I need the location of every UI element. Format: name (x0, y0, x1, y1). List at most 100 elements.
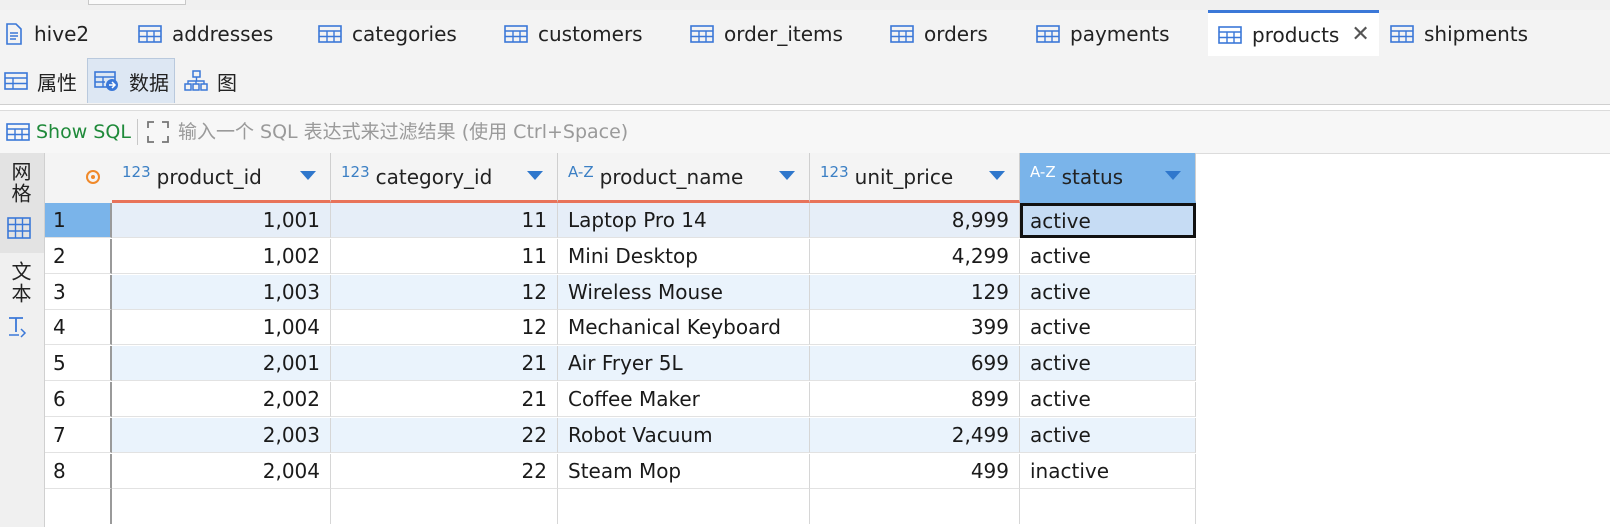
cell-product-name[interactable]: Mini Desktop (558, 238, 810, 274)
column-name: unit_price (854, 164, 954, 189)
cell-unit-price[interactable]: 4,299 (810, 238, 1020, 274)
filter-input[interactable] (178, 114, 1598, 150)
row-number[interactable]: 8 (45, 453, 112, 489)
tab-order-items[interactable]: order_items (690, 10, 843, 58)
column-header-unit-price[interactable]: 123 unit_price (810, 153, 1020, 203)
cell-category-id[interactable]: 11 (331, 238, 558, 274)
tab-label: hive2 (34, 22, 90, 46)
empty-cell (810, 489, 1020, 525)
side-tab-text[interactable]: 文本 (0, 253, 44, 343)
cell-unit-price[interactable]: 2,499 (810, 417, 1020, 453)
cell-status[interactable]: active (1020, 382, 1196, 417)
row-number[interactable]: 4 (45, 310, 112, 346)
side-tab-grid[interactable]: 网格 (0, 153, 44, 253)
sort-dropdown-icon[interactable] (779, 171, 795, 180)
column-header-product-id[interactable]: 123 product_id (112, 153, 331, 203)
cell-unit-price[interactable]: 499 (810, 453, 1020, 489)
row-number[interactable]: 7 (45, 417, 112, 453)
cell-product-name[interactable]: Air Fryer 5L (558, 346, 810, 382)
table-icon (890, 25, 914, 43)
empty-cell (331, 489, 558, 525)
tab-customers[interactable]: customers (504, 10, 643, 58)
row-number[interactable]: 6 (45, 382, 112, 417)
cell-category-id[interactable]: 21 (331, 346, 558, 382)
expand-icon[interactable] (146, 120, 170, 144)
cell-product-name[interactable]: Laptop Pro 14 (558, 203, 810, 238)
cell-category-id[interactable]: 22 (331, 417, 558, 453)
sort-dropdown-icon[interactable] (1165, 171, 1181, 180)
subtab-diagram[interactable]: 图 (184, 58, 237, 104)
cell-product-id[interactable]: 2,004 (112, 453, 331, 489)
string-type-icon: A-Z (1030, 162, 1056, 181)
table-icon (1390, 25, 1414, 43)
cell-category-id[interactable]: 22 (331, 453, 558, 489)
cell-status[interactable]: active (1020, 203, 1196, 238)
cell-unit-price[interactable]: 699 (810, 346, 1020, 382)
column-name: product_id (156, 164, 262, 189)
tab-categories[interactable]: categories (318, 10, 457, 58)
cell-unit-price[interactable]: 399 (810, 310, 1020, 346)
cell-status[interactable]: inactive (1020, 453, 1196, 489)
table-icon (1036, 25, 1060, 43)
sort-dropdown-icon[interactable] (989, 171, 1005, 180)
cell-category-id[interactable]: 11 (331, 203, 558, 238)
sort-dropdown-icon[interactable] (300, 171, 316, 180)
cell-product-name[interactable]: Coffee Maker (558, 382, 810, 417)
cell-status[interactable]: active (1020, 346, 1196, 382)
cell-unit-price[interactable]: 129 (810, 274, 1020, 310)
cell-product-id[interactable]: 1,002 (112, 238, 331, 274)
cell-category-id[interactable]: 12 (331, 274, 558, 310)
column-header-product-name[interactable]: A-Z product_name (558, 153, 810, 203)
empty-cell (45, 489, 112, 525)
cell-status[interactable]: active (1020, 274, 1196, 310)
grid-corner-cell[interactable] (45, 153, 113, 203)
cell-unit-price[interactable]: 899 (810, 382, 1020, 417)
tab-label: shipments (1424, 22, 1529, 46)
side-tab-text-label: 文本 (8, 261, 32, 305)
window-top-strip (0, 0, 1610, 10)
row-number[interactable]: 2 (45, 238, 112, 274)
cell-product-name[interactable]: Steam Mop (558, 453, 810, 489)
cell-product-id[interactable]: 2,003 (112, 417, 331, 453)
row-number[interactable]: 5 (45, 346, 112, 382)
column-header-status[interactable]: A-Z status (1020, 153, 1196, 203)
tab-addresses[interactable]: addresses (138, 10, 273, 58)
subtab-data[interactable]: 数据 (87, 58, 175, 103)
close-icon[interactable]: ✕ (1351, 22, 1369, 47)
cell-product-name[interactable]: Wireless Mouse (558, 274, 810, 310)
document-icon (6, 23, 22, 45)
diagram-icon (184, 70, 208, 91)
cell-category-id[interactable]: 12 (331, 310, 558, 346)
cell-product-id[interactable]: 1,003 (112, 274, 331, 310)
cell-product-id[interactable]: 1,001 (112, 203, 331, 238)
tab-products[interactable]: products ✕ (1208, 10, 1379, 56)
show-sql-button[interactable]: Show SQL (6, 111, 131, 153)
cell-category-id[interactable]: 21 (331, 382, 558, 417)
subtab-properties[interactable]: 属性 (4, 58, 85, 104)
cell-product-id[interactable]: 2,002 (112, 382, 331, 417)
tab-payments[interactable]: payments (1036, 10, 1170, 58)
table-icon (504, 25, 528, 43)
subtab-label: 属性 (37, 70, 77, 95)
numeric-type-icon: 123 (122, 162, 151, 181)
sort-dropdown-icon[interactable] (527, 171, 543, 180)
tab-orders[interactable]: orders (890, 10, 988, 58)
cell-status[interactable]: active (1020, 238, 1196, 274)
tab-hive2[interactable]: hive2 (4, 10, 89, 58)
divider (137, 119, 138, 145)
cell-status[interactable]: active (1020, 310, 1196, 346)
row-number[interactable]: 3 (45, 274, 112, 310)
tab-label: customers (538, 22, 643, 46)
cell-product-id[interactable]: 1,004 (112, 310, 331, 346)
cell-product-id[interactable]: 2,001 (112, 346, 331, 382)
column-header-category-id[interactable]: 123 category_id (331, 153, 558, 203)
cell-product-name[interactable]: Mechanical Keyboard (558, 310, 810, 346)
cell-status[interactable]: active (1020, 417, 1196, 453)
tab-shipments[interactable]: shipments (1390, 10, 1528, 58)
cell-unit-price[interactable]: 8,999 (810, 203, 1020, 238)
filter-bar: Show SQL (0, 110, 1610, 154)
tab-label: orders (924, 22, 988, 46)
table-icon (1218, 25, 1242, 44)
row-number[interactable]: 1 (45, 203, 112, 238)
cell-product-name[interactable]: Robot Vacuum (558, 417, 810, 453)
